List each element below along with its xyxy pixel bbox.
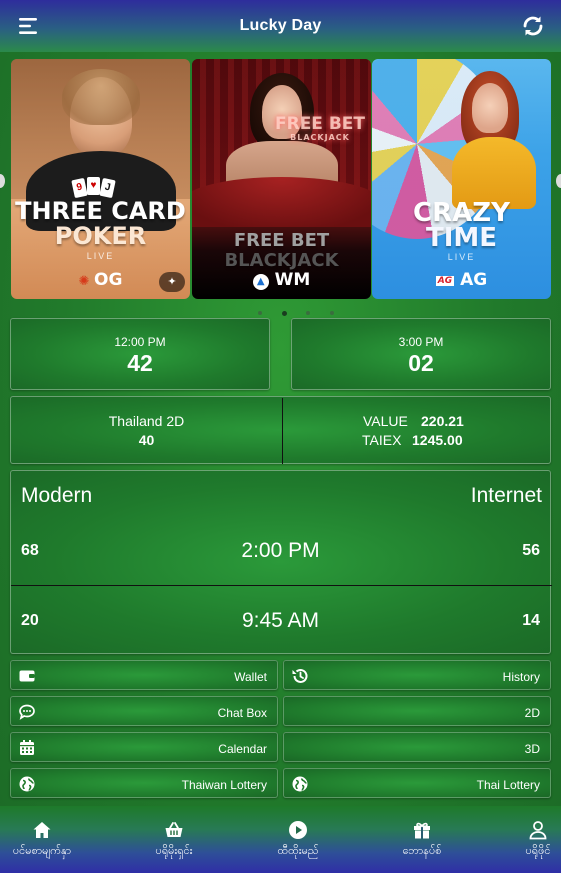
menu-label: Thaiwan Lottery: [181, 778, 267, 792]
card-title-line2: BLACKJACK: [224, 250, 339, 271]
playing-cards-icon: 9 ♥ J: [71, 177, 117, 199]
internet-number: 56: [522, 542, 540, 559]
carousel-next-button[interactable]: [556, 174, 561, 188]
globe-icon: [292, 776, 308, 792]
nav-label: ထီထိုးမည်: [277, 844, 319, 857]
menu-label: Chat Box: [217, 706, 267, 720]
card-title-line1: THREE CARD: [15, 197, 186, 225]
blackjack-table: [192, 177, 371, 227]
market-info-panel: Thailand 2D 40 VALUE 220.21 TAIEX 1245.0…: [10, 396, 551, 464]
game-card-three-card-poker[interactable]: 9 ♥ J THREE CARD POKER LIVE ✺ OG ✦: [11, 59, 190, 299]
game-card-free-bet-blackjack[interactable]: FREE BET BLACKJACK FREE BET BLACKJACK ▲ …: [192, 59, 371, 299]
card-live-label: LIVE: [86, 251, 115, 261]
provider-ag-logo: AG AG: [435, 270, 488, 290]
modern-header: Modern: [21, 484, 93, 507]
chat-box-button[interactable]: Chat Box: [10, 696, 278, 726]
nav-label: ပရိုဖိုင်: [525, 844, 551, 857]
bottom-nav: ပင်မစာမျက်နှာ ပရိုမိုးရှင်း ထီထိုးမည် ဘေ…: [0, 806, 561, 873]
result-card-afternoon: 3:00 PM 02: [291, 318, 551, 390]
value-label: VALUE: [363, 413, 408, 429]
menu-label: History: [502, 670, 540, 684]
thaiwan-lottery-button[interactable]: Thaiwan Lottery: [10, 768, 278, 798]
3d-button[interactable]: 3D: [283, 732, 551, 762]
refresh-icon[interactable]: [521, 14, 545, 38]
value-number: 220.21: [421, 413, 464, 429]
carousel-dot[interactable]: [306, 311, 310, 315]
card-title-line2: POKER: [54, 222, 147, 250]
menu-label: 3D: [524, 742, 540, 756]
2d-button[interactable]: 2D: [283, 696, 551, 726]
nav-profile[interactable]: ပရိုဖိုင်: [508, 820, 561, 860]
draw-time: 2:00 PM: [241, 539, 320, 562]
nav-label: ပင်မစာမျက်နှာ: [12, 844, 72, 857]
draw-separator: [11, 585, 552, 586]
play-icon: [289, 821, 307, 839]
menu-label: Wallet: [234, 670, 267, 684]
free-bet-sign: FREE BET BLACKJACK: [274, 114, 365, 142]
internet-number: 14: [522, 612, 540, 629]
globe-icon: [19, 776, 35, 792]
card-title-line2: TIME: [425, 223, 498, 253]
nav-label: ဘောနပ်စ်: [402, 844, 442, 857]
carousel-dot-active[interactable]: [282, 311, 287, 316]
draw-time: 9:45 AM: [241, 609, 320, 632]
menu-label: 2D: [524, 706, 540, 720]
nav-label: ပရိုမိုးရှင်း: [155, 844, 193, 857]
calendar-button[interactable]: Calendar: [10, 732, 278, 762]
og-flame-icon: ✺: [78, 274, 94, 289]
wallet-button[interactable]: Wallet: [10, 660, 278, 690]
top-bar: Lucky Day: [0, 0, 561, 52]
carousel-dot[interactable]: [330, 311, 334, 315]
modern-internet-panel: Modern Internet 68 2:00 PM 56 20 9:45 AM…: [10, 470, 552, 654]
result-card-noon: 12:00 PM 42: [10, 318, 270, 390]
nav-home[interactable]: ပင်မစာမျက်နှာ: [12, 820, 72, 860]
thailand-2d-label: Thailand 2D: [108, 413, 185, 429]
history-icon: [292, 668, 308, 683]
chat-icon: [19, 704, 35, 720]
result-time: 12:00 PM: [114, 335, 166, 349]
page-title: Lucky Day: [239, 17, 322, 34]
internet-header: Internet: [470, 484, 542, 507]
carousel-dot[interactable]: [258, 311, 262, 315]
host-image: [472, 83, 508, 133]
taiex-label: TAIEX: [362, 432, 402, 448]
carousel-indicators: [258, 311, 338, 317]
info-divider: [282, 398, 283, 464]
ag-badge-icon: AG: [435, 276, 455, 286]
basket-icon: [165, 822, 183, 837]
dealer-hair: [61, 69, 140, 125]
result-time: 3:00 PM: [398, 335, 444, 349]
user-icon: [529, 821, 547, 840]
provider-wm-logo: ▲ WM: [192, 270, 371, 290]
result-number: 02: [408, 350, 434, 376]
taiex-number: 1245.00: [412, 432, 463, 448]
app-root: Lucky Day 9 ♥ J THREE CARD POKER LIVE ✺ …: [0, 0, 561, 873]
nav-bonus[interactable]: ဘောနပ်စ်: [392, 820, 452, 860]
calendar-icon: [20, 740, 34, 755]
menu-label: Thai Lottery: [476, 778, 540, 792]
history-button[interactable]: History: [283, 660, 551, 690]
nav-play-lottery[interactable]: ထီထိုးမည်: [268, 820, 328, 860]
menu-label: Calendar: [218, 742, 267, 756]
thailand-2d-value: 40: [138, 432, 155, 448]
wallet-icon: [19, 670, 35, 682]
carousel-prev-button[interactable]: [0, 174, 5, 188]
magic-wand-icon[interactable]: ✦: [159, 272, 185, 292]
result-number: 42: [127, 350, 153, 376]
card-title-line1: FREE BET: [233, 230, 330, 251]
home-icon: [33, 822, 51, 838]
wm-mountain-icon: ▲: [252, 274, 269, 290]
game-card-crazy-time[interactable]: CRAZY TIME LIVE AG AG: [372, 59, 551, 299]
gift-icon: [414, 822, 430, 839]
card-live-label: LIVE: [447, 252, 476, 262]
thai-lottery-button[interactable]: Thai Lottery: [283, 768, 551, 798]
nav-promotion[interactable]: ပရိုမိုးရှင်း: [144, 820, 204, 860]
game-banner-carousel: 9 ♥ J THREE CARD POKER LIVE ✺ OG ✦ FREE …: [10, 58, 551, 300]
